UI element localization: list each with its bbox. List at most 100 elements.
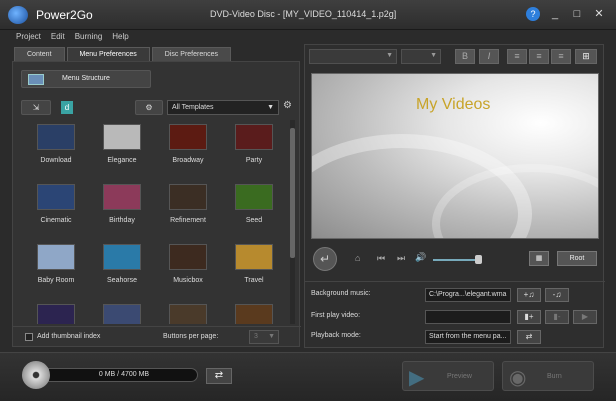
menu-preview: My Videos	[311, 73, 599, 239]
volume-icon[interactable]: 🔊	[415, 252, 426, 263]
playback-mode-field[interactable]: Start from the menu pa...	[425, 330, 511, 344]
preview-controls: ↵ ⌂ ⏮ ⏭ 🔊 ▦ Root	[311, 245, 599, 273]
menu-structure-button[interactable]: Menu Structure	[21, 70, 151, 88]
play-video-icon[interactable]: ▶	[573, 310, 597, 324]
menu-project[interactable]: Project	[16, 30, 41, 44]
bold-button[interactable]: B	[455, 49, 475, 64]
first-play-video-field[interactable]	[425, 310, 511, 324]
background-music-field[interactable]: C:\Progra...\elegant.wma	[425, 288, 511, 302]
playback-mode-label: Playback mode:	[311, 332, 361, 339]
next-icon[interactable]: ⏭	[397, 253, 405, 264]
template-thumbnail	[103, 304, 141, 324]
tab-disc-preferences[interactable]: Disc Preferences	[151, 47, 232, 61]
preview-title[interactable]: My Videos	[416, 96, 490, 114]
download-templates-button[interactable]: d	[61, 101, 73, 114]
tab-menu-preferences[interactable]: Menu Preferences	[66, 47, 150, 61]
music-settings-icon[interactable]: -♫	[545, 288, 569, 302]
import-template-button[interactable]: ⇲	[21, 100, 51, 115]
previous-icon[interactable]: ⏮	[377, 253, 385, 264]
align-center-button[interactable]: ≡	[529, 49, 549, 64]
add-thumbnail-index-label: Add thumbnail index	[37, 333, 101, 340]
template-thumbnail	[169, 244, 207, 270]
template-item[interactable]: Cinematic	[25, 180, 87, 234]
template-item[interactable]: Broadway	[157, 120, 219, 174]
template-item[interactable]: Travel	[223, 240, 285, 294]
template-item[interactable]: Refinement	[157, 180, 219, 234]
template-thumbnail	[37, 184, 75, 210]
layout-button[interactable]: ⊞	[575, 49, 597, 64]
template-item[interactable]: Birthday	[91, 180, 153, 234]
help-button[interactable]: ?	[526, 7, 540, 21]
maximize-button[interactable]: □	[570, 7, 584, 21]
buttons-per-page-value: 3	[254, 333, 258, 340]
template-item[interactable]: Musicbox	[157, 240, 219, 294]
template-item[interactable]: Baby Room	[25, 240, 87, 294]
template-name: Party	[245, 157, 263, 164]
align-right-button[interactable]: ≡	[551, 49, 571, 64]
template-filter-value: All Templates	[172, 104, 214, 111]
chevron-down-icon: ▼	[430, 52, 437, 59]
template-item[interactable]: Seed	[223, 180, 285, 234]
back-icon[interactable]: ↵	[313, 247, 337, 271]
font-size-select[interactable]: ▼	[401, 49, 441, 64]
template-item[interactable]	[91, 300, 153, 324]
menu-bar: Project Edit Burning Help	[0, 30, 616, 44]
screen-icon[interactable]: ▦	[529, 251, 549, 266]
template-name: Elegance	[107, 157, 137, 164]
add-thumbnail-index-checkbox[interactable]	[25, 333, 33, 341]
add-video-icon[interactable]: ▮+	[517, 310, 541, 324]
template-name: Baby Room	[37, 277, 75, 284]
template-item[interactable]	[157, 300, 219, 324]
template-thumbnail	[169, 304, 207, 324]
burn-label: Burn	[547, 373, 562, 380]
add-music-icon[interactable]: +♫	[517, 288, 541, 302]
template-thumbnail	[103, 184, 141, 210]
template-scrollbar[interactable]	[290, 120, 295, 324]
remove-video-icon[interactable]: ▮-	[545, 310, 569, 324]
preview-label: Preview	[447, 373, 472, 380]
template-name: Musicbox	[173, 277, 203, 284]
menu-help[interactable]: Help	[112, 30, 128, 44]
minimize-button[interactable]: _	[548, 7, 562, 21]
template-panel: Menu Structure ⇲ d ⚙ All Templates ▼ ⚙ D…	[12, 61, 301, 347]
home-icon[interactable]: ⌂	[355, 253, 360, 263]
tab-content[interactable]: Content	[14, 47, 65, 61]
menu-burning[interactable]: Burning	[75, 30, 103, 44]
template-item[interactable]: Download	[25, 120, 87, 174]
template-item[interactable]: Seahorse	[91, 240, 153, 294]
template-toolbar: ⇲ d ⚙ All Templates ▼ ⚙	[21, 100, 297, 116]
font-family-select[interactable]: ▼	[309, 49, 397, 64]
app-name: Power2Go	[36, 8, 93, 22]
volume-slider-knob[interactable]	[475, 255, 482, 264]
template-thumbnail	[103, 124, 141, 150]
template-name: Cinematic	[40, 217, 72, 224]
menu-edit[interactable]: Edit	[51, 30, 65, 44]
template-item[interactable]	[223, 300, 285, 324]
template-name: Travel	[244, 277, 264, 284]
buttons-per-page-select[interactable]: 3 ▼	[249, 330, 279, 344]
align-left-button[interactable]: ≡	[507, 49, 527, 64]
italic-button[interactable]: I	[479, 49, 499, 64]
chevron-down-icon: ▼	[268, 333, 275, 340]
template-item[interactable]	[25, 300, 87, 324]
title-bar: Power2Go DVD-Video Disc - [MY_VIDEO_1104…	[0, 0, 616, 30]
settings-icon[interactable]: ⚙	[283, 100, 292, 111]
template-grid: Download Elegance Broadway Party Cinematic Bi…	[21, 120, 297, 324]
root-button[interactable]: Root	[557, 251, 597, 266]
template-filter-button[interactable]: ⚙	[135, 100, 163, 115]
chevron-down-icon: ▼	[267, 104, 274, 111]
menu-structure-label: Menu Structure	[62, 75, 110, 82]
close-button[interactable]: ✕	[592, 7, 606, 21]
template-thumbnail	[37, 124, 75, 150]
format-toolbar: ▼ ▼ B I ≡ ≡ ≡ ⊞	[309, 49, 599, 65]
burn-button[interactable]: ◉ Burn	[502, 361, 594, 391]
template-item[interactable]: Party	[223, 120, 285, 174]
preview-button[interactable]: ▶ Preview	[402, 361, 494, 391]
volume-slider[interactable]	[433, 259, 477, 261]
disc-capacity-text: 0 MB / 4700 MB	[98, 371, 150, 378]
scroll-thumb[interactable]	[290, 128, 295, 258]
template-item[interactable]: Elegance	[91, 120, 153, 174]
swap-icon[interactable]: ⇄	[206, 368, 232, 384]
playback-settings-icon[interactable]: ⇄	[517, 330, 541, 344]
template-filter-dropdown[interactable]: All Templates ▼	[167, 100, 279, 115]
